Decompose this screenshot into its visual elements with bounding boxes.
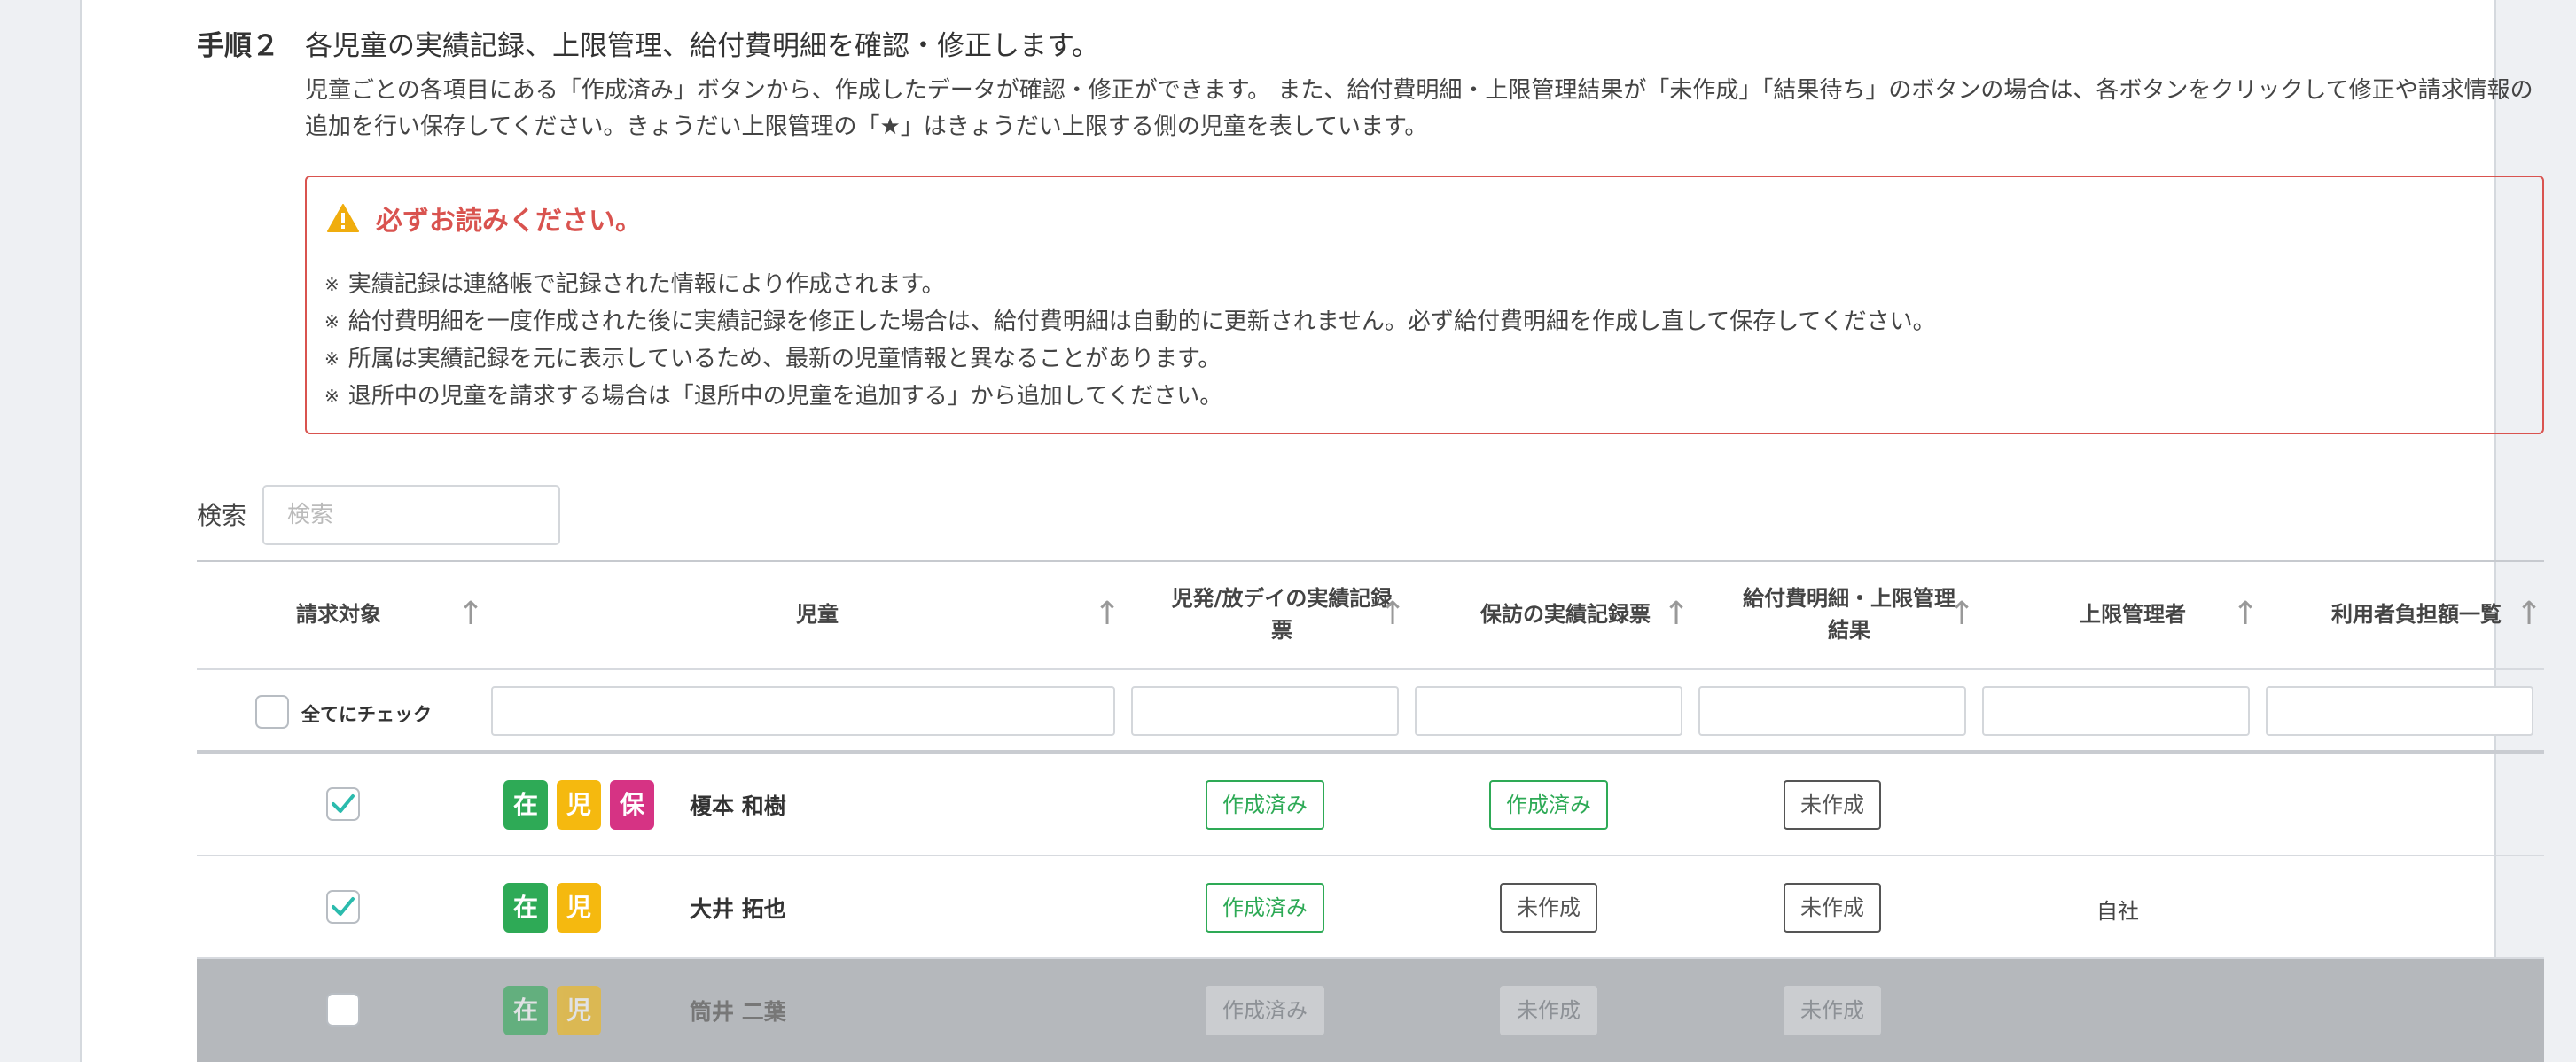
step-description: 児童ごとの各項目にある「作成済み」ボタンから、作成したデータが確認・修正ができま… bbox=[305, 77, 2533, 140]
header-label: 児発/放デイの実績記録票 bbox=[1171, 586, 1393, 643]
row-checkbox[interactable] bbox=[326, 787, 360, 821]
step-title: 各児童の実績記録、上限管理、給付費明細を確認・修正します。 bbox=[305, 30, 1099, 62]
row-checkbox[interactable] bbox=[326, 993, 360, 1027]
check-all-checkbox[interactable] bbox=[255, 695, 289, 729]
table-row-disabled: 在 児 筒井 二葉 作成済み 未作成 未作成 bbox=[197, 959, 2544, 1062]
notice-item: ※ 所属は実績記録を元に表示しているため、最新の児童情報と異なることがあります。 bbox=[324, 340, 1936, 378]
filter-user-burden-input[interactable] bbox=[2266, 686, 2533, 736]
row-checkbox[interactable] bbox=[326, 890, 360, 924]
sort-arrow-icon[interactable]: ↑ bbox=[1663, 596, 1690, 632]
filter-hohou-input[interactable] bbox=[1415, 686, 1682, 736]
header-limit-manager[interactable]: 上限管理者 bbox=[2000, 560, 2266, 668]
child-name[interactable]: 榎本 和樹 bbox=[690, 789, 786, 821]
header-label: 保訪の実績記録票 bbox=[1480, 602, 1651, 627]
main-panel: 手順２ 各児童の実績記録、上限管理、給付費明細を確認・修正します。 児童ごとの各… bbox=[80, 0, 2544, 1062]
search-input[interactable]: 検索 bbox=[262, 485, 560, 545]
note-mark: ※ bbox=[324, 311, 340, 332]
sort-arrow-icon[interactable]: ↑ bbox=[2516, 596, 2542, 632]
badge-jihatsu: 児 bbox=[557, 883, 601, 933]
notice-item: ※ 退所中の児童を請求する場合は「退所中の児童を追加する」から追加してください。 bbox=[324, 378, 1936, 415]
filter-kyufu-input[interactable] bbox=[1698, 686, 1966, 736]
hohou-record-button[interactable]: 未作成 bbox=[1500, 883, 1597, 933]
step-label: 手順２ bbox=[197, 30, 279, 62]
header-label: 利用者負担額一覧 bbox=[2331, 602, 2502, 627]
header-label: 請求対象 bbox=[296, 602, 381, 627]
notice-title: 必ずお読みください。 bbox=[376, 206, 642, 237]
note-mark: ※ bbox=[324, 386, 340, 407]
notice-text: 実績記録は連絡帳で記録された情報により作成されます。 bbox=[347, 271, 945, 298]
filter-row: 全てにチェック bbox=[197, 670, 2544, 752]
filter-limit-manager-input[interactable] bbox=[1982, 686, 2250, 736]
badge-enrolled: 在 bbox=[503, 986, 548, 1035]
notice-text: 退所中の児童を請求する場合は「退所中の児童を追加する」から追加してください。 bbox=[347, 383, 1223, 410]
note-mark: ※ bbox=[324, 348, 340, 370]
header-kyufu-result[interactable]: 給付費明細・上限管理結果 bbox=[1716, 560, 1982, 668]
jippatsu-record-button[interactable]: 作成済み bbox=[1206, 883, 1324, 933]
check-all-label: 全てにチェック bbox=[301, 704, 432, 725]
step-header: 手順２ 各児童の実績記録、上限管理、給付費明細を確認・修正します。 bbox=[197, 23, 1099, 63]
badge-enrolled: 在 bbox=[503, 883, 548, 933]
child-name[interactable]: 大井 拓也 bbox=[690, 892, 786, 924]
jippatsu-record-button[interactable]: 作成済み bbox=[1206, 780, 1324, 830]
badge-enrolled: 在 bbox=[503, 780, 548, 830]
notice-text: 所属は実績記録を元に表示しているため、最新の児童情報と異なることがあります。 bbox=[347, 346, 1222, 372]
child-name: 筒井 二葉 bbox=[690, 999, 786, 1025]
header-label: 給付費明細・上限管理結果 bbox=[1743, 586, 1955, 643]
kyufu-result-button: 未作成 bbox=[1784, 986, 1881, 1035]
note-mark: ※ bbox=[324, 274, 340, 295]
sort-arrow-icon[interactable]: ↑ bbox=[2232, 596, 2259, 632]
header-user-burden-list[interactable]: 利用者負担額一覧 bbox=[2283, 560, 2549, 668]
badge-hohou: 保 bbox=[610, 780, 654, 830]
jippatsu-record-button: 作成済み bbox=[1206, 986, 1324, 1035]
notice-box: 必ずお読みください。 ※ 実績記録は連絡帳で記録された情報により作成されます。 ※… bbox=[305, 176, 2544, 434]
kyufu-result-button[interactable]: 未作成 bbox=[1784, 780, 1881, 830]
badge-jihatsu: 児 bbox=[557, 986, 601, 1035]
warning-icon bbox=[326, 203, 360, 233]
header-hohou-record[interactable]: 保訪の実績記録票 bbox=[1432, 560, 1698, 668]
notice-list: ※ 実績記録は連絡帳で記録された情報により作成されます。 ※ 給付費明細を一度作成さ… bbox=[324, 266, 1936, 415]
kyufu-result-button[interactable]: 未作成 bbox=[1784, 883, 1881, 933]
notice-header: 必ずお読みください。 bbox=[326, 199, 642, 238]
hohou-record-button[interactable]: 作成済み bbox=[1489, 780, 1608, 830]
sort-arrow-icon[interactable]: ↑ bbox=[1379, 596, 1406, 632]
table-row: 在 児 大井 拓也 作成済み 未作成 未作成 自社 bbox=[197, 856, 2544, 959]
filter-child-input[interactable] bbox=[491, 686, 1115, 736]
table-row: 在 児 保 榎本 和樹 作成済み 作成済み 未作成 bbox=[197, 754, 2544, 856]
notice-item: ※ 給付費明細を一度作成された後に実績記録を修正した場合は、給付費明細は自動的に更… bbox=[324, 303, 1936, 340]
sort-arrow-icon[interactable]: ↑ bbox=[1094, 596, 1120, 632]
search-label: 検索 bbox=[197, 501, 247, 530]
sort-arrow-icon[interactable]: ↑ bbox=[1948, 596, 1975, 632]
header-child[interactable]: 児童 bbox=[489, 560, 1145, 668]
hohou-record-button: 未作成 bbox=[1500, 986, 1597, 1035]
limit-manager-value: 自社 bbox=[2096, 899, 2139, 924]
badge-jihatsu: 児 bbox=[557, 780, 601, 830]
notice-text: 給付費明細を一度作成された後に実績記録を修正した場合は、給付費明細は自動的に更新… bbox=[347, 308, 1936, 335]
filter-jippatsu-input[interactable] bbox=[1131, 686, 1399, 736]
sort-arrow-icon[interactable]: ↑ bbox=[457, 596, 484, 632]
header-jippatsu-record[interactable]: 児発/放デイの実績記録票 bbox=[1149, 560, 1415, 668]
header-label: 上限管理者 bbox=[2080, 602, 2186, 627]
notice-item: ※ 実績記録は連絡帳で記録された情報により作成されます。 bbox=[324, 266, 1936, 303]
header-label: 児童 bbox=[796, 602, 839, 627]
header-billing-target[interactable]: 請求対象 bbox=[197, 560, 480, 668]
